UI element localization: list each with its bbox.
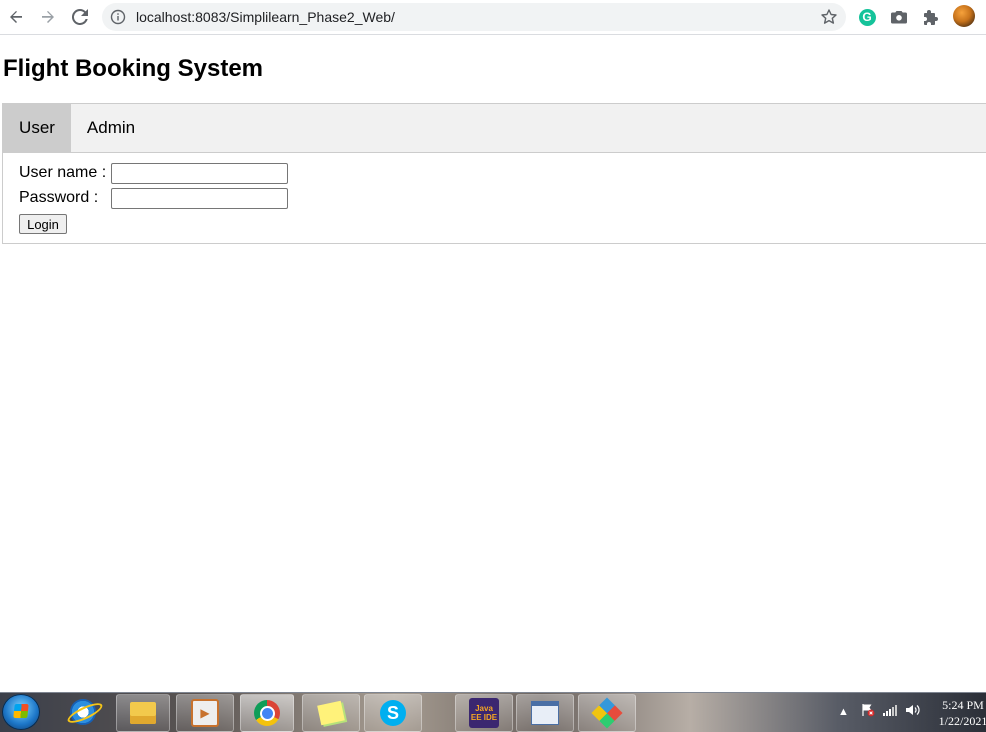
grammarly-icon[interactable]: G <box>857 7 877 27</box>
forward-arrow-icon[interactable] <box>37 6 59 28</box>
user-login-panel: User name : Password : Login <box>2 152 986 244</box>
username-input[interactable] <box>111 163 288 184</box>
network-signal-icon[interactable] <box>882 703 897 721</box>
internet-explorer-icon[interactable] <box>60 694 106 730</box>
profile-avatar[interactable] <box>953 5 975 27</box>
sticky-notes-icon[interactable] <box>302 694 360 732</box>
camera-icon[interactable] <box>889 7 909 27</box>
show-hidden-icons-icon[interactable]: ▲ <box>838 706 849 718</box>
tab-bar: User Admin <box>2 103 986 153</box>
java-ee-label: Java EE IDE <box>469 698 499 728</box>
volume-icon[interactable] <box>905 703 921 722</box>
windows-start-icon[interactable] <box>2 694 40 730</box>
clock-date: 1/22/2021 <box>938 714 986 728</box>
site-info-icon[interactable] <box>110 9 126 25</box>
bookmark-star-icon[interactable] <box>820 8 838 26</box>
username-label: User name : <box>19 164 107 181</box>
back-arrow-icon[interactable] <box>5 6 27 28</box>
taskbar-clock[interactable]: 5:24 PM 1/22/2021 <box>938 697 986 729</box>
password-label: Password : <box>19 189 99 206</box>
skype-icon[interactable]: S <box>364 694 422 732</box>
address-bar[interactable]: localhost:8083/Simplilearn_Phase2_Web/ <box>102 3 846 31</box>
diamond-app-icon[interactable] <box>578 694 636 732</box>
page-title: Flight Booking System <box>3 55 264 82</box>
clock-time: 5:24 PM <box>942 698 984 712</box>
chrome-icon[interactable] <box>240 694 294 732</box>
url-text[interactable]: localhost:8083/Simplilearn_Phase2_Web/ <box>136 9 395 25</box>
java-ee-ide-icon[interactable]: Java EE IDE <box>455 694 513 732</box>
media-player-icon[interactable]: ▶ <box>176 694 234 732</box>
windows-taskbar: ▶ S Java EE IDE ▲ 5:24 PM 1/22/2021 <box>0 692 986 732</box>
file-explorer-icon[interactable] <box>116 694 170 732</box>
password-input[interactable] <box>111 188 288 209</box>
reload-icon[interactable] <box>69 6 91 28</box>
skype-letter: S <box>380 700 406 726</box>
window-app-icon[interactable] <box>516 694 574 732</box>
tab-user[interactable]: User <box>3 104 71 152</box>
system-tray: ▲ <box>838 693 921 731</box>
action-center-flag-icon[interactable] <box>861 703 875 722</box>
puzzle-extensions-icon[interactable] <box>921 7 941 27</box>
tab-admin[interactable]: Admin <box>71 104 151 152</box>
browser-toolbar: localhost:8083/Simplilearn_Phase2_Web/ G <box>0 0 986 35</box>
grammarly-letter: G <box>858 8 876 26</box>
login-button[interactable]: Login <box>19 214 67 234</box>
